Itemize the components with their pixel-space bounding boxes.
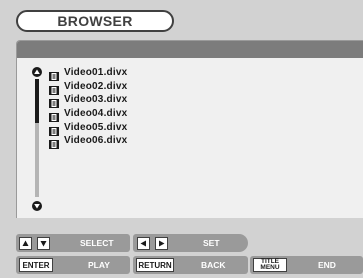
scrollbar[interactable]: [35, 79, 39, 197]
page-title: BROWSER: [16, 10, 174, 32]
film-icon: [49, 123, 59, 136]
film-icon: [49, 95, 59, 109]
end-label: END: [318, 260, 336, 270]
play-control-group: ENTER PLAY: [16, 256, 130, 274]
film-icon: [49, 82, 59, 95]
select-label: SELECT: [80, 238, 114, 248]
list-item[interactable]: Video05.divx: [49, 120, 128, 136]
title-menu-key[interactable]: TITLE MENU: [253, 258, 287, 272]
left-arrow-icon[interactable]: [137, 236, 150, 250]
list-item[interactable]: Video04.divx: [49, 107, 128, 123]
panel-header-bar: [17, 41, 363, 58]
return-key[interactable]: RETURN: [136, 258, 174, 272]
file-name: Video01.divx: [64, 67, 128, 79]
enter-key[interactable]: ENTER: [19, 258, 53, 272]
film-icon: [49, 68, 59, 82]
select-control-group: SELECT: [16, 234, 130, 252]
film-icon: [49, 109, 59, 123]
film-icon: [49, 136, 59, 150]
set-label: SET: [203, 238, 220, 248]
down-arrow-icon[interactable]: [37, 236, 50, 250]
scroll-up-icon[interactable]: [32, 67, 42, 77]
page-title-text: BROWSER: [57, 13, 133, 29]
file-name: Video06.divx: [64, 135, 128, 147]
end-control-group: TITLE MENU END: [250, 256, 363, 274]
up-arrow-icon[interactable]: [19, 236, 32, 250]
list-item[interactable]: Video06.divx: [49, 134, 128, 150]
back-label: BACK: [201, 260, 226, 270]
file-browser-panel: Video01.divx Video02.divx Video03.divx V…: [16, 40, 363, 218]
list-item[interactable]: Video03.divx: [49, 93, 128, 109]
file-name: Video03.divx: [64, 94, 128, 106]
right-arrow-icon[interactable]: [155, 236, 168, 250]
file-name: Video04.divx: [64, 108, 128, 120]
list-item[interactable]: Video02.divx: [49, 80, 128, 95]
file-list: Video01.divx Video02.divx Video03.divx V…: [49, 66, 128, 150]
play-label: PLAY: [88, 260, 110, 270]
scroll-down-icon[interactable]: [32, 201, 42, 211]
file-name: Video05.divx: [64, 121, 128, 133]
file-name: Video02.divx: [64, 80, 128, 92]
set-control-group: SET: [133, 234, 248, 252]
list-item[interactable]: Video01.divx: [49, 66, 128, 82]
title-menu-key-line2: MENU: [260, 264, 280, 271]
back-control-group: RETURN BACK: [133, 256, 248, 274]
scrollbar-thumb[interactable]: [35, 79, 39, 123]
